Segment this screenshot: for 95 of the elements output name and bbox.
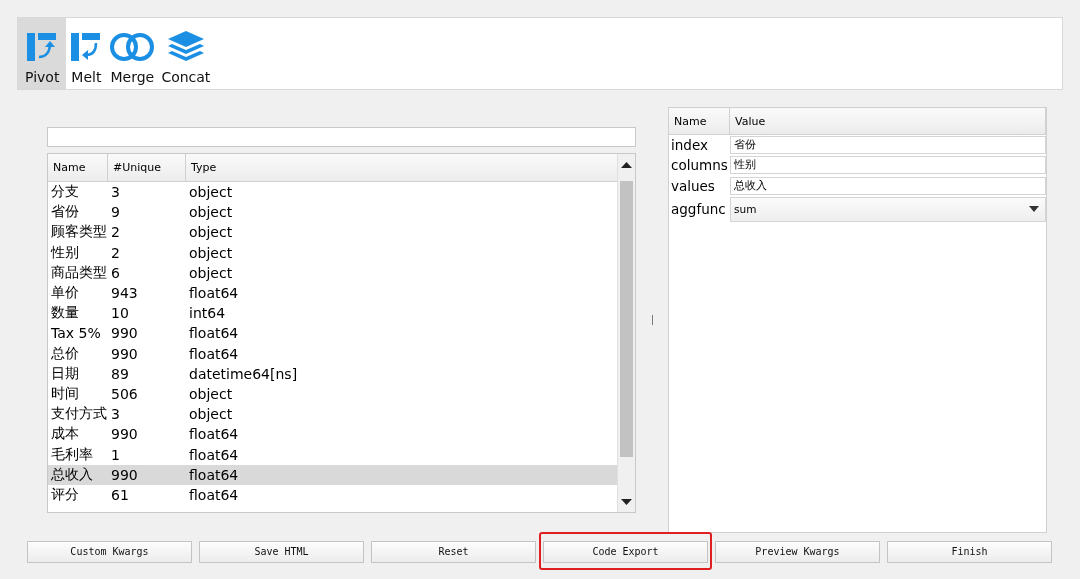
table-cell-text: float64 <box>188 466 240 483</box>
table-cell-text: 990 <box>110 345 139 362</box>
table-cell-text: 时间 <box>50 384 80 403</box>
table-cell-text: float64 <box>188 285 240 302</box>
toolbar-button[interactable]: Pivot <box>18 18 67 89</box>
table-row[interactable]: 总价 990 float64 <box>48 343 617 364</box>
table-cell-text: 9 <box>110 204 121 221</box>
table-cell-text: 毛利率 <box>50 445 94 464</box>
table-row[interactable]: Tax 5% 990 float64 <box>48 323 617 344</box>
input-field[interactable]: 省份 <box>730 136 1046 155</box>
column-header[interactable]: Name <box>48 154 108 181</box>
table-cell-text: 分支 <box>50 183 80 202</box>
table-cell-text: 3 <box>110 184 121 201</box>
action-button[interactable]: Code Export <box>543 540 708 563</box>
caret-icon <box>1029 206 1039 213</box>
table-cell-text: float64 <box>188 325 240 342</box>
column-header[interactable]: Type <box>186 154 617 181</box>
table-cell-text: 日期 <box>50 364 80 383</box>
table-row[interactable]: 单价 943 float64 <box>48 282 617 304</box>
table-cell-text: 943 <box>110 285 139 302</box>
table-cell-text: 总收入 <box>50 465 94 484</box>
table-cell-text: float64 <box>188 486 240 503</box>
table-cell-text: 3 <box>110 406 121 423</box>
splitter-handle[interactable] <box>651 315 653 325</box>
table-row[interactable]: 数量 10 int64 <box>48 303 617 324</box>
table-cell-text: object <box>188 264 234 281</box>
table-cell-text: 单价 <box>50 284 80 303</box>
toolbar-button[interactable]: Concat <box>158 18 214 89</box>
table-cell-text: object <box>188 204 234 221</box>
table-cell-text: float64 <box>188 446 240 463</box>
scroll-up-icon[interactable] <box>621 161 632 169</box>
table-cell-text: 评分 <box>50 485 80 504</box>
table-row[interactable]: 分支 3 object <box>48 182 617 203</box>
table-cell-text: 10 <box>110 305 130 322</box>
table-cell-text: 总价 <box>50 344 80 363</box>
table-row[interactable]: 省份 9 object <box>48 202 617 223</box>
table-cell-text: object <box>188 224 234 241</box>
table-row[interactable]: 时间 506 object <box>48 383 617 405</box>
table-cell-text: 成本 <box>50 425 80 444</box>
table-cell-text: 61 <box>110 486 130 503</box>
table-cell-text: float64 <box>188 345 240 362</box>
action-button[interactable]: Finish <box>887 540 1052 563</box>
table-row[interactable]: 日期 89 datetime64[ns] <box>48 363 617 384</box>
table-cell-text: 支付方式 <box>50 405 108 424</box>
table-cell-text: 506 <box>110 385 139 402</box>
toolbar-button[interactable]: Merge <box>106 18 159 89</box>
table-row[interactable]: 顾客类型 2 object <box>48 222 617 243</box>
table-cell-text: datetime64[ns] <box>188 365 299 382</box>
table-row[interactable]: 性别 2 object <box>48 242 617 263</box>
input-field[interactable]: 性别 <box>730 156 1046 175</box>
table-row[interactable]: 成本 990 float64 <box>48 424 617 445</box>
table-cell-text: 商品类型 <box>50 263 108 282</box>
action-button[interactable]: Reset <box>371 540 536 563</box>
table-cell-text: int64 <box>188 305 227 322</box>
column-header[interactable]: Value <box>730 108 1046 134</box>
table-cell-text: object <box>188 406 234 423</box>
input-field[interactable]: 总收入 <box>730 176 1046 195</box>
parameter-label: columns <box>670 157 729 174</box>
column-header[interactable]: Name <box>669 108 730 134</box>
table-cell-text: 性别 <box>49 243 80 262</box>
table-cell-text: 顾客类型 <box>50 223 108 242</box>
table-row[interactable]: 支付方式 3 object <box>48 404 617 425</box>
parameter-label: index <box>670 137 709 154</box>
table-row[interactable]: 总收入 990 float64 <box>48 464 617 485</box>
table-cell-text: object <box>188 244 234 261</box>
action-button[interactable]: Preview Kwargs <box>715 540 880 563</box>
table-cell-text: 省份 <box>50 203 80 222</box>
toolbar-button[interactable]: Melt <box>66 18 107 89</box>
table-row[interactable]: 毛利率 1 float64 <box>48 444 617 465</box>
table-cell-text: Tax 5% <box>50 325 102 342</box>
scroll-down-icon[interactable] <box>621 498 632 506</box>
scrollbar-thumb[interactable] <box>620 181 633 457</box>
action-button[interactable]: Custom Kwargs <box>27 540 192 563</box>
table-cell-text: 6 <box>110 264 121 281</box>
table-cell-text: object <box>188 385 234 402</box>
table-cell-text: 990 <box>110 325 139 342</box>
dropdown[interactable]: sum <box>730 196 1046 222</box>
table-row[interactable]: 评分 61 float64 <box>48 484 617 505</box>
table-cell-text: 990 <box>110 426 139 443</box>
search-field[interactable] <box>47 127 636 147</box>
table-cell-text: 2 <box>110 224 121 241</box>
table-cell-text: 1 <box>110 446 121 463</box>
table-cell-text: 990 <box>110 466 139 483</box>
action-button[interactable]: Save HTML <box>199 540 364 563</box>
table-cell-text: object <box>188 184 234 201</box>
table-row[interactable]: 商品类型 6 object <box>48 262 617 283</box>
column-header[interactable]: #Unique <box>108 154 186 181</box>
table-cell-text: 数量 <box>50 304 80 323</box>
parameter-label: aggfunc <box>670 201 727 218</box>
overlapping-circles-icon <box>109 31 156 63</box>
table-cell-text: float64 <box>188 426 240 443</box>
scrollbar[interactable] <box>617 154 635 512</box>
parameter-label: values <box>670 177 716 194</box>
table-cell-text: 89 <box>110 365 130 382</box>
table-cell-text: 2 <box>110 244 121 261</box>
